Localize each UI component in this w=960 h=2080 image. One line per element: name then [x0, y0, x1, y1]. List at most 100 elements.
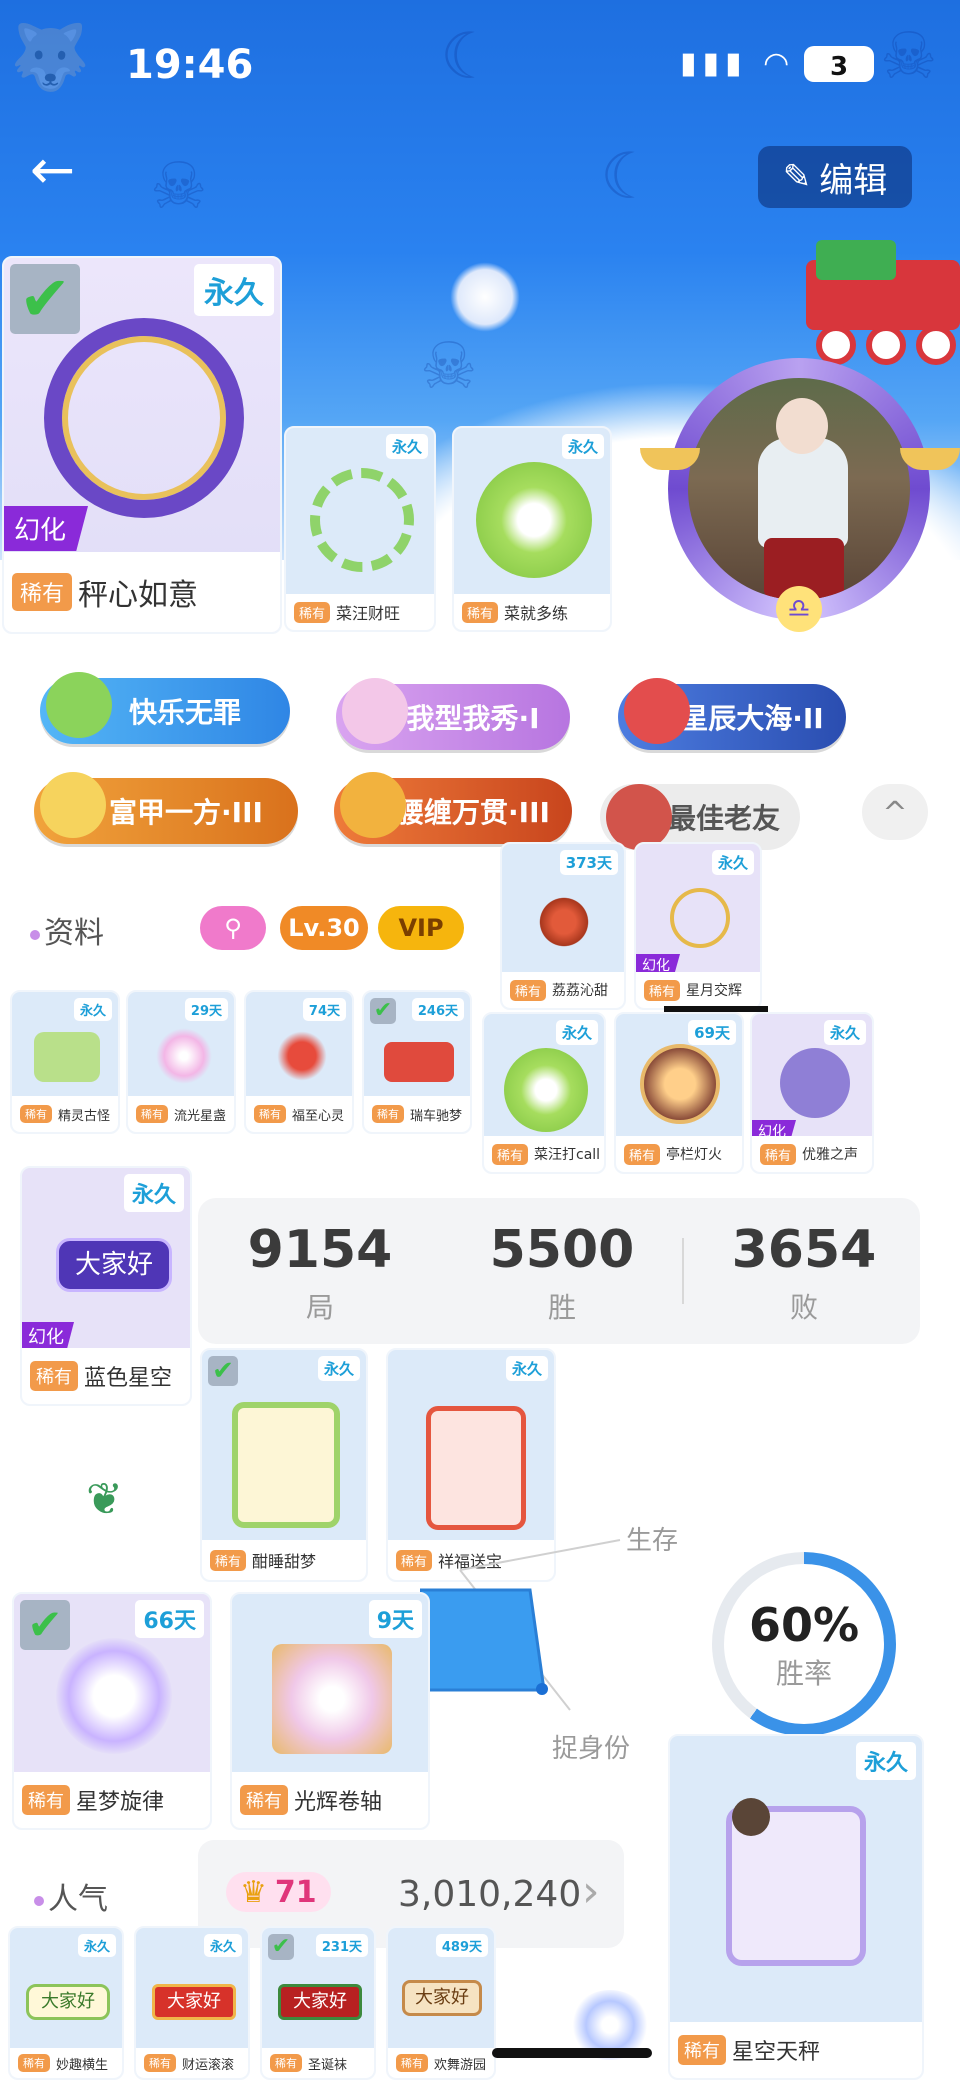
badge-item[interactable]: 腰缠万贯·III	[334, 772, 572, 844]
item-card[interactable]: 永久 稀有 精灵古怪	[10, 990, 120, 1134]
duration-badge: 永久	[561, 434, 604, 459]
rarity-tag: 稀有	[492, 1143, 529, 1165]
snowball-decoration	[450, 262, 520, 332]
duration-badge: 永久	[505, 1356, 548, 1381]
win-rate-label: 胜率	[775, 1657, 832, 1690]
duration-badge: 永久	[855, 1742, 916, 1780]
card-footer: 稀有 瑞车驰梦	[364, 1096, 470, 1132]
bubble-card[interactable]: 永久 大家好 幻化 稀有 蓝色星空	[20, 1166, 192, 1406]
frame-art	[476, 462, 592, 578]
card-footer: 稀有 优雅之声	[752, 1136, 872, 1172]
duration-badge: 永久	[194, 264, 274, 316]
rarity-tag: 稀有	[270, 2054, 302, 2072]
win-rate-percent: 60%	[748, 1598, 860, 1652]
item-name: 荔荔沁甜	[552, 983, 609, 999]
badge-item[interactable]: 富甲一方·III	[34, 772, 298, 844]
item-card[interactable]: 永久 幻化 稀有 优雅之声	[750, 1012, 874, 1174]
rarity-tag: 稀有	[12, 573, 73, 611]
bubble-card[interactable]: 489天 大家好 稀有 欢舞游园	[386, 1926, 496, 2080]
rarity-tag: 稀有	[462, 601, 499, 623]
item-card[interactable]: 永久 稀有 菜汪打call	[482, 1012, 606, 1174]
card-footer: 稀有 星空天秤	[670, 2022, 922, 2078]
item-art	[780, 1048, 850, 1118]
item-card[interactable]: 永久 幻化 稀有 星月交辉	[634, 842, 762, 1010]
frame-card[interactable]: ✔ 66天 稀有 星梦旋律	[12, 1592, 212, 1830]
bubble-card[interactable]: 永久 大家好 稀有 财运滚滚	[134, 1926, 250, 2080]
frame-art	[56, 1638, 172, 1754]
frame-card[interactable]: 永久 稀有 菜汪财旺	[284, 426, 436, 632]
rarity-tag: 稀有	[240, 1785, 288, 1815]
item-card[interactable]: 69天 稀有 亭栏灯火	[614, 1012, 744, 1174]
item-card[interactable]: ✔ 246天 稀有 瑞车驰梦	[362, 990, 472, 1134]
card-footer: 稀有 光辉卷轴	[232, 1772, 428, 1828]
item-name: 酣睡甜梦	[252, 1552, 317, 1571]
item-name: 菜就多练	[504, 604, 569, 623]
duration-badge: 永久	[385, 434, 428, 459]
duration-badge: 永久	[317, 1356, 360, 1381]
badge-item[interactable]: 我型我秀·I	[336, 678, 570, 750]
item-name: 财运滚滚	[182, 2057, 235, 2073]
vip-pill: VIP	[378, 906, 464, 950]
radar-axis	[459, 1539, 621, 1571]
item-card[interactable]: 29天 稀有 流光星盏	[126, 990, 236, 1134]
card-footer: 稀有 菜汪财旺	[286, 594, 434, 630]
rarity-tag: 稀有	[644, 979, 681, 1001]
badge-item[interactable]: 快乐无罪	[40, 672, 290, 744]
card-footer: 稀有 菜汪打call	[484, 1136, 604, 1172]
badge-label: 富甲一方·III	[109, 796, 263, 829]
item-art	[384, 1042, 454, 1082]
chat-bubble-preview: 大家好	[278, 1984, 362, 2020]
signal-wifi-icon: ▮▮▮ ◠	[680, 46, 796, 81]
badge-label: 快乐无罪	[128, 696, 241, 729]
card-footer: 稀有 福至心灵	[246, 1096, 352, 1132]
card-footer: 稀有 亭栏灯火	[616, 1136, 742, 1172]
item-name: 圣诞袜	[308, 2057, 348, 2073]
popularity-label: 人气	[48, 1882, 108, 1917]
frame-card[interactable]: 9天 稀有 光辉卷轴	[230, 1592, 430, 1830]
item-name: 星月交辉	[686, 983, 743, 999]
rarity-tag: 稀有	[144, 2054, 176, 2072]
item-card[interactable]: 74天 稀有 福至心灵	[244, 990, 354, 1134]
frame-card[interactable]: ✔ 永久 稀有 酣睡甜梦	[200, 1348, 368, 1582]
radar-point	[536, 1683, 548, 1695]
crown-count: 71	[274, 1874, 317, 1910]
duration-badge: 246天	[411, 998, 464, 1021]
item-art	[670, 888, 730, 948]
bubble-card[interactable]: ✔ 231天 大家好 稀有 圣诞袜	[260, 1926, 376, 2080]
duration-badge: 66天	[135, 1600, 204, 1638]
avatar[interactable]	[688, 378, 910, 600]
collapse-button[interactable]: ^	[862, 784, 928, 840]
moon-icon: ☾	[440, 20, 498, 94]
duration-badge: 69天	[688, 1020, 736, 1045]
chevron-right-icon[interactable]: ›	[582, 1866, 600, 1917]
card-footer: 稀有 荔荔沁甜	[502, 972, 624, 1008]
item-art	[274, 1028, 330, 1084]
item-art	[156, 1028, 212, 1084]
item-art	[536, 894, 592, 950]
back-button[interactable]: ←	[30, 140, 90, 200]
crown-icon: ♛	[240, 1874, 267, 1910]
search-pill[interactable]: ⚲	[200, 906, 266, 950]
item-name: 星梦旋律	[76, 1790, 165, 1815]
frame-art	[232, 1402, 340, 1528]
chat-bubble-preview: 大家好	[402, 1980, 482, 2016]
frame-card[interactable]: 永久 稀有 菜就多练	[452, 426, 612, 632]
badge-item[interactable]: 星辰大海·II	[618, 678, 846, 750]
skull-icon: ☠	[150, 150, 208, 224]
rarity-tag: 稀有	[760, 1143, 797, 1165]
frame-card[interactable]: 永久 稀有 星空天秤	[668, 1734, 924, 2080]
badge-item[interactable]: 最佳老友	[600, 784, 800, 850]
wolf-icon: 🐺	[10, 21, 90, 95]
badge-label: 腰缠万贯·III	[396, 796, 550, 829]
item-name: 精灵古怪	[58, 1108, 111, 1124]
radar-chart	[420, 1539, 621, 1711]
huanhua-badge: 幻化	[4, 506, 89, 551]
item-name: 瑞车驰梦	[410, 1108, 463, 1124]
featured-frame-card[interactable]: ✔ 永久 幻化 稀有 秤心如意	[2, 256, 282, 634]
chat-bubble-preview: 大家好	[26, 1984, 110, 2020]
chevron-up-icon: ^	[882, 796, 908, 831]
rarity-tag: 稀有	[18, 2054, 50, 2072]
item-card[interactable]: 373天 稀有 荔荔沁甜	[500, 842, 626, 1010]
frame-art	[310, 468, 414, 572]
bubble-card[interactable]: 永久 大家好 稀有 妙趣横生	[8, 1926, 124, 2080]
